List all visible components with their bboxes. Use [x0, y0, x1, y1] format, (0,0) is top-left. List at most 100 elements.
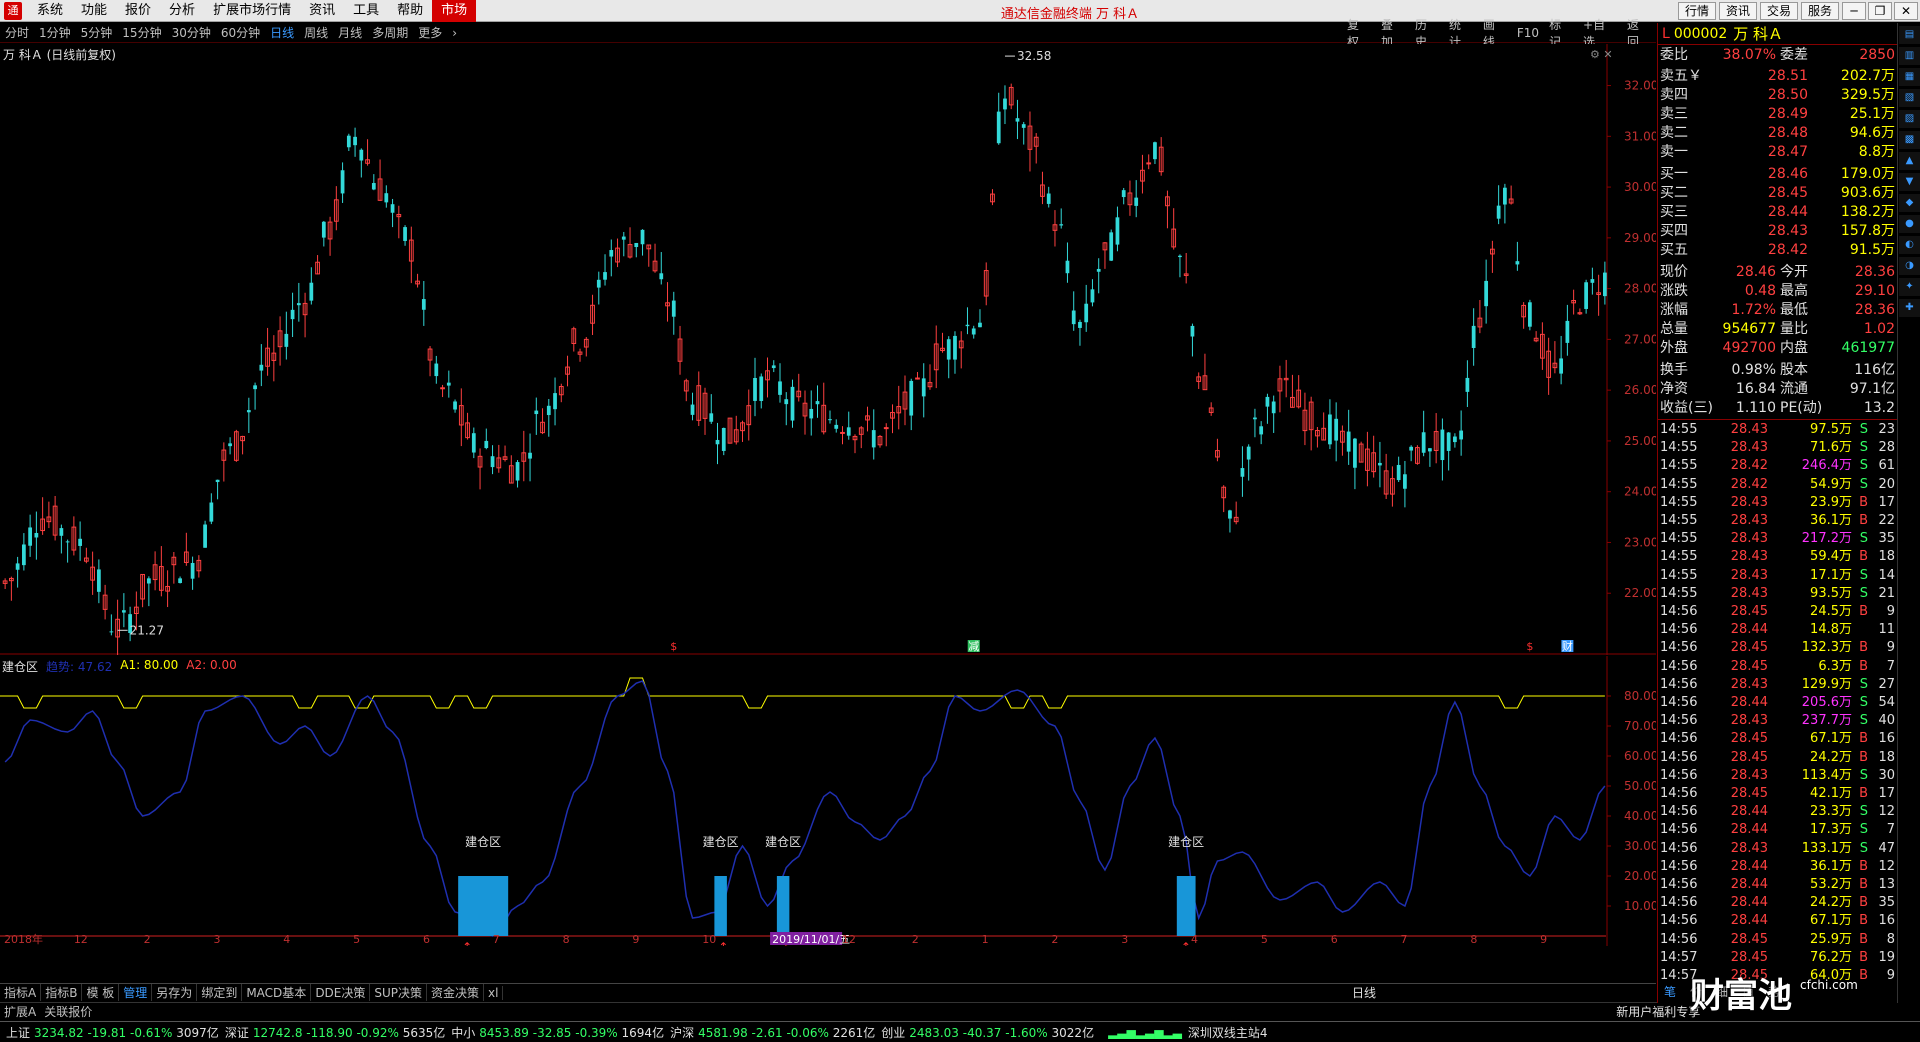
candlestick-chart[interactable]: 32.00 31.00 30.00 29.00 28.00 27.00 26.00 25.00…	[0, 44, 1656, 655]
period-tab[interactable]: 60分钟	[216, 24, 265, 41]
menu-item-market[interactable]: 市场	[432, 0, 477, 22]
tick-price: 28.43	[1730, 531, 1768, 547]
side-tool-icon[interactable]: ●	[1899, 215, 1920, 233]
side-tool-icon[interactable]: ▧	[1899, 89, 1920, 107]
menu-item-help[interactable]: 帮助	[388, 0, 432, 22]
tab-sup[interactable]: SUP决策	[370, 984, 428, 1001]
period-tab[interactable]: 5分钟	[76, 24, 118, 41]
side-tool-icon[interactable]: ◐	[1899, 236, 1920, 254]
side-tool-icon[interactable]: ✚	[1899, 299, 1920, 317]
bid-price: 28.43	[1767, 223, 1808, 239]
period-tab[interactable]: 15分钟	[117, 24, 166, 41]
menu-item-system[interactable]: 系统	[28, 0, 72, 22]
menu-item-news[interactable]: 资讯	[300, 0, 344, 22]
candle-body	[921, 378, 926, 397]
tab-indicator-a[interactable]: 指标A	[0, 984, 42, 1001]
restore-icon[interactable]: ❐	[1868, 2, 1892, 20]
event-marker: $	[670, 640, 677, 653]
indicator-y-label: 50.00	[1624, 779, 1656, 793]
market-chinext[interactable]: 创业 2483.03 -40.37 -1.60% 3022亿	[881, 1024, 1094, 1041]
period-tab[interactable]: 1分钟	[34, 24, 76, 41]
candle-body	[228, 443, 232, 447]
candle-body	[971, 328, 976, 335]
tick-price: 28.43	[1730, 513, 1768, 528]
top-right-controls: 行情 资讯 交易 服务 ─ ❐ ✕	[1677, 0, 1920, 22]
period-tab-selected[interactable]: 日线	[265, 24, 299, 41]
candle-body	[209, 502, 214, 522]
indicator-name[interactable]: 建仓区	[2, 658, 38, 675]
indicator-y-label: 40.00	[1624, 809, 1656, 823]
event-marker: $	[1526, 640, 1533, 653]
tab-dde[interactable]: DDE决策	[311, 984, 371, 1001]
indicator-chart[interactable]: 80.00 70.00 60.00 50.00 40.00 30.00 20.00 10.00…	[0, 656, 1656, 946]
top-button-service[interactable]: 服务	[1800, 2, 1839, 20]
tab-manage[interactable]: 管理	[119, 984, 153, 1001]
market-sme[interactable]: 中小 8453.89 -32.85 -0.39% 1694亿	[451, 1024, 664, 1041]
period-tab[interactable]: 分时	[0, 24, 34, 41]
side-tool-icon[interactable]: ▼	[1899, 173, 1920, 191]
market-sz[interactable]: 深证 12742.8 -118.90 -0.92% 5635亿	[225, 1024, 445, 1041]
tick-row: 14:55 28.43 17.1万 S 14	[1658, 567, 1898, 585]
minimize-icon[interactable]: ─	[1842, 2, 1866, 20]
candle-body	[371, 183, 376, 190]
tick-volume: 24.2万	[1810, 895, 1852, 911]
candle-body	[846, 427, 851, 436]
candle-body	[109, 631, 114, 633]
period-tab-more[interactable]: 更多	[413, 24, 447, 41]
indicator-y-label: 10.00	[1624, 899, 1656, 913]
tab-save-as[interactable]: 另存为	[152, 984, 198, 1001]
tick-count: 7	[1886, 658, 1895, 674]
tab-macd[interactable]: MACD基本	[242, 984, 312, 1001]
tab-extension-a[interactable]: 扩展A	[0, 1003, 40, 1020]
ask-price: 28.48	[1767, 125, 1808, 141]
menu-item-quote[interactable]: 报价	[116, 0, 160, 22]
side-tool-icon[interactable]: ▤	[1899, 26, 1920, 44]
market-hs300[interactable]: 沪深 4581.98 -2.61 -0.06% 2261亿	[670, 1024, 875, 1041]
tab-related-quotes[interactable]: 关联报价	[40, 1003, 96, 1020]
period-tab[interactable]: 月线	[333, 24, 367, 41]
quote-tab[interactable]: 笔	[1664, 983, 1676, 1001]
side-tool-icon[interactable]: ▥	[1899, 47, 1920, 65]
side-tool-icon[interactable]: ▲	[1899, 152, 1920, 170]
candle-body	[346, 135, 351, 148]
tick-row: 14:56 28.45 42.1万 B 17	[1658, 785, 1898, 803]
x-axis-label: 6	[423, 933, 430, 946]
period-tab[interactable]: 周线	[299, 24, 333, 41]
tab-bind-to[interactable]: 绑定到	[197, 984, 243, 1001]
side-tool-icon[interactable]: ▨	[1899, 110, 1920, 128]
side-tool-icon[interactable]: ◆	[1899, 194, 1920, 212]
y-tick-label: 22.00	[1624, 586, 1656, 600]
tick-row: 14:56 28.43 237.7万 S 40	[1658, 712, 1898, 730]
side-tool-icon[interactable]: ▩	[1899, 131, 1920, 149]
top-button-trade[interactable]: 交易	[1759, 2, 1798, 20]
close-icon[interactable]: ✕	[1894, 2, 1918, 20]
tab-indicator-b[interactable]: 指标B	[41, 984, 83, 1001]
menu-item-extended-market[interactable]: 扩展市场行情	[204, 0, 300, 22]
side-tool-icon[interactable]: ◑	[1899, 257, 1920, 275]
side-tool-icon[interactable]: ▦	[1899, 68, 1920, 86]
tick-volume: 25.9万	[1810, 931, 1852, 947]
top-button-quotes[interactable]: 行情	[1677, 2, 1716, 20]
period-tab[interactable]: 多周期	[367, 24, 413, 41]
stat-row: 收益(三) 1.110 PE(动) 13.2	[1658, 399, 1898, 418]
menu-item-tools[interactable]: 工具	[344, 0, 388, 22]
period-tab[interactable]: 30分钟	[167, 24, 216, 41]
top-button-news[interactable]: 资讯	[1718, 2, 1757, 20]
tab-capital[interactable]: 资金决策	[427, 984, 485, 1001]
bid-label: 买一	[1660, 166, 1688, 182]
tick-count: 19	[1878, 949, 1895, 965]
market-sh[interactable]: 上证 3234.82 -19.81 -0.61% 3097亿	[6, 1024, 219, 1041]
stat-value: 1.02	[1863, 321, 1895, 337]
tab-xl[interactable]: xl	[484, 985, 504, 1000]
side-tool-icon[interactable]: ✦	[1899, 278, 1920, 296]
stock-name[interactable]: 万 科Ａ	[1733, 23, 1783, 44]
chevron-right-icon[interactable]: ›	[447, 26, 462, 40]
tick-side: S	[1859, 422, 1868, 437]
stat-row: 现价 28.46 今开 28.36	[1658, 263, 1898, 282]
tab-template[interactable]: 模 板	[82, 984, 120, 1001]
toolbar-button[interactable]: F10	[1512, 26, 1544, 40]
menu-item-function[interactable]: 功能	[72, 0, 116, 22]
stock-code[interactable]: 000002	[1674, 26, 1727, 42]
server-station[interactable]: 深圳双线主站4	[1188, 1024, 1268, 1041]
menu-item-analysis[interactable]: 分析	[160, 0, 204, 22]
